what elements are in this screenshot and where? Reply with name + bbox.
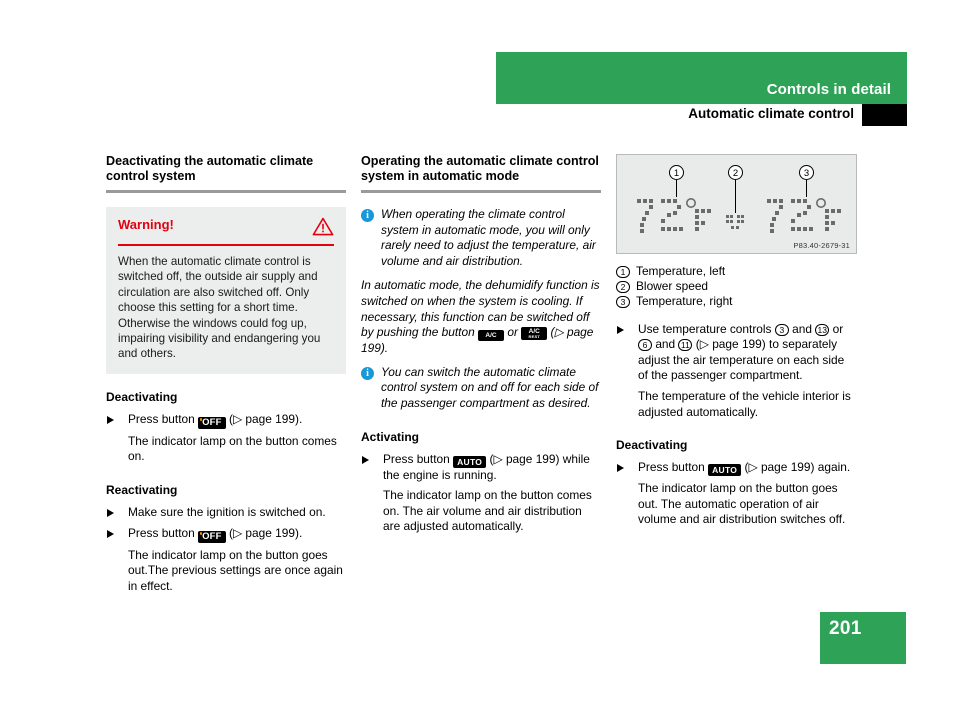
- left-section-title: Deactivating the automatic climate contr…: [106, 154, 314, 183]
- control-ref-6: 6: [638, 339, 652, 352]
- climate-display-figure: 1 2 3 P83.40-2679-31: [616, 154, 857, 254]
- right-deactivating-heading: Deactivating: [616, 438, 688, 453]
- left-deactivating-heading: Deactivating: [106, 389, 178, 404]
- step-text-mid3: and: [655, 337, 676, 352]
- middle-column: Operating the automatic climate control …: [361, 154, 601, 543]
- control-ref-13: 13: [815, 323, 830, 336]
- bullet-triangle-icon: [107, 529, 114, 538]
- legend-item: 2 Blower speed: [616, 279, 857, 294]
- leader-line-3: [806, 180, 808, 197]
- right-deactivating-result: The indicator lamp on the button goes ou…: [638, 481, 846, 527]
- right-column: 1 2 3 P83.40-2679-31 1 Temperature, left…: [616, 154, 857, 536]
- auto-button-glyph[interactable]: AUTO: [453, 455, 487, 468]
- mid-section-title: Operating the automatic climate control …: [361, 154, 599, 183]
- legend-number: 2: [616, 281, 630, 294]
- control-ref-3: 3: [774, 323, 789, 336]
- legend-label: Temperature, left: [636, 264, 726, 278]
- step-text-mid1: and: [792, 321, 812, 336]
- chapter-header-banner: Controls in detail: [496, 52, 907, 104]
- mid-activating-step: Press button AUTO (▷ page 199) while the…: [361, 452, 601, 484]
- step-text-post: (▷ page 199).: [229, 411, 303, 426]
- mid-info-note-2: i You can switch the automatic climate c…: [361, 365, 601, 412]
- section-thumb-tab: [862, 104, 907, 126]
- ac-rest-sub: REST: [528, 334, 540, 340]
- leader-line-1: [676, 180, 678, 197]
- right-temperature-result: The temperature of the vehicle interior …: [638, 388, 851, 419]
- mid-activating-result: The indicator lamp on the button comes o…: [383, 488, 592, 534]
- note-text: You can switch the automatic climate con…: [381, 364, 599, 410]
- page-number-badge: 201: [820, 612, 906, 664]
- step-text-post: (▷ page 199).: [229, 525, 303, 540]
- left-deactivating-result: The indicator lamp on the button comes o…: [128, 433, 337, 464]
- warning-title: Warning!: [118, 217, 174, 232]
- section-title: Automatic climate control: [688, 106, 854, 121]
- callout-3: 3: [799, 165, 814, 180]
- control-ref-11: 11: [678, 339, 693, 352]
- para-text-or: or: [507, 325, 518, 340]
- left-reactivating-result: The indicator lamp on the button goes ou…: [128, 547, 343, 593]
- step-text-pre: Press button: [128, 525, 195, 540]
- step-text-mid2: or: [832, 321, 844, 336]
- info-icon: i: [361, 366, 374, 380]
- legend-item: 3 Temperature, right: [616, 294, 857, 309]
- lcd-temperature-left: [637, 198, 711, 233]
- step-text: Make sure the ignition is switched on.: [128, 505, 326, 520]
- off-button-glyph[interactable]: OFF: [198, 530, 226, 543]
- legend-label: Blower speed: [636, 279, 709, 294]
- figure-caption: P83.40-2679-31: [793, 241, 850, 250]
- legend-item: 1 Temperature, left: [616, 264, 857, 279]
- ac-button-glyph[interactable]: A/C: [478, 330, 505, 342]
- mid-info-note-1: i When operating the climate control sys…: [361, 207, 601, 269]
- step-text-post: (▷ page 199) again.: [744, 460, 851, 475]
- lcd-temperature-right: [767, 198, 841, 233]
- step-text-pre: Press button: [383, 451, 450, 466]
- warning-box: Warning! When the automatic climate cont…: [106, 207, 346, 374]
- mid-paragraph-1: In automatic mode, the dehumidify functi…: [361, 278, 601, 356]
- bullet-triangle-icon: [107, 415, 114, 424]
- bullet-triangle-icon: [107, 509, 114, 518]
- mid-title-rule: [361, 190, 601, 193]
- info-icon: i: [361, 209, 374, 222]
- left-reactivating-heading: Reactivating: [106, 483, 178, 498]
- chapter-title: Controls in detail: [766, 81, 891, 98]
- mid-activating-heading: Activating: [361, 429, 420, 444]
- callout-2: 2: [728, 165, 743, 180]
- bullet-triangle-icon: [617, 464, 624, 473]
- legend-label: Temperature, right: [636, 294, 733, 309]
- left-deactivating-step: Press button OFF (▷ page 199).: [106, 412, 346, 429]
- warning-body: When the automatic climate control is sw…: [118, 255, 321, 361]
- note-text: When operating the climate control syste…: [381, 207, 596, 268]
- warning-header: Warning!: [118, 217, 334, 244]
- legend-number: 3: [616, 296, 630, 309]
- legend-number: 1: [616, 266, 630, 278]
- step-text-pre: Press button: [128, 411, 195, 426]
- step-text-pre: Press button: [638, 460, 705, 475]
- left-column: Deactivating the automatic climate contr…: [106, 154, 346, 602]
- lcd-blower-speed: [726, 215, 744, 229]
- warning-rule: [118, 244, 334, 246]
- page-number: 201: [829, 618, 862, 639]
- section-header-row: Automatic climate control: [496, 104, 907, 126]
- left-title-rule: [106, 190, 346, 193]
- right-deactivating-step: Press button AUTO (▷ page 199) again.: [616, 460, 857, 477]
- warning-triangle-icon: [312, 217, 334, 236]
- bullet-triangle-icon: [362, 455, 369, 464]
- left-reactivating-step2: Press button OFF (▷ page 199).: [106, 526, 346, 543]
- leader-line-2: [735, 180, 737, 213]
- bullet-triangle-icon: [617, 325, 624, 334]
- off-button-glyph[interactable]: OFF: [198, 416, 226, 429]
- left-reactivating-step1: Make sure the ignition is switched on.: [106, 505, 346, 521]
- step-text-pre: Use temperature controls: [638, 321, 772, 336]
- right-temperature-step: Use temperature controls 3 and 13 or 6 a…: [616, 322, 857, 384]
- auto-button-glyph[interactable]: AUTO: [708, 464, 742, 477]
- callout-1: 1: [669, 165, 684, 180]
- figure-legend: 1 Temperature, left 2 Blower speed 3 Tem…: [616, 264, 857, 310]
- ac-rest-button-glyph[interactable]: A/C REST: [521, 327, 548, 341]
